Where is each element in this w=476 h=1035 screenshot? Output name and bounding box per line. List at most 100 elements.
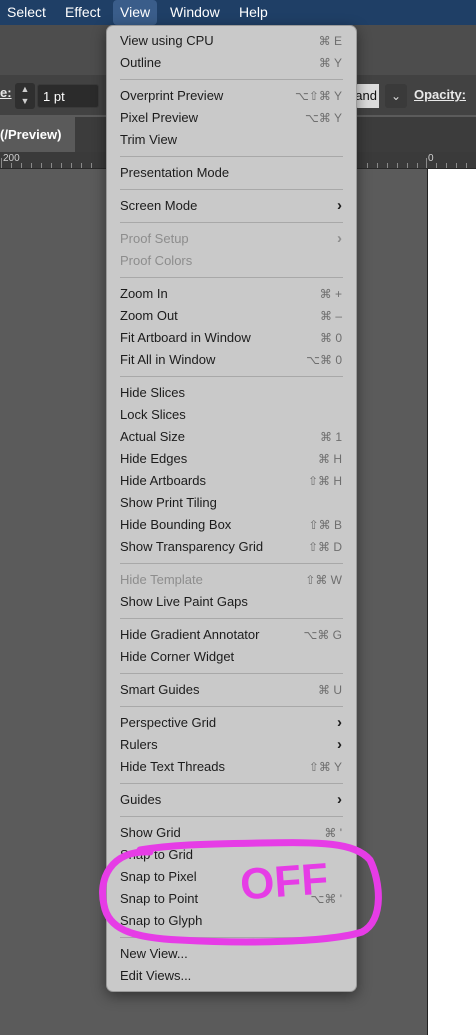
menu-item-show-grid[interactable]: Show Grid ⌘ ': [107, 822, 356, 844]
menu-item-label: Hide Gradient Annotator: [120, 627, 260, 642]
menu-item-zoom-out[interactable]: Zoom Out ⌘ –: [107, 305, 356, 327]
menu-item-label: Pixel Preview: [120, 110, 199, 125]
menu-help[interactable]: Help: [232, 0, 275, 25]
menu-item-shortcut: ⇧⌘ Y: [308, 760, 342, 774]
menu-item-label: Hide Slices: [120, 385, 186, 400]
view-menu-dropdown: View using CPU ⌘ E Outline ⌘ Y Overprint Pre…: [106, 25, 357, 992]
menu-item-actual-size[interactable]: Actual Size ⌘ 1: [107, 426, 356, 448]
stepper-arrows-icon[interactable]: ▲ ▼: [15, 83, 35, 109]
menu-item-show-print-tiling[interactable]: Show Print Tiling: [107, 492, 356, 514]
menu-item-label: Trim View: [120, 132, 178, 147]
menu-item-label: Snap to Grid: [120, 847, 193, 862]
menu-item-snap-to-pixel[interactable]: Snap to Pixel: [107, 866, 356, 888]
menu-item-presentation-mode[interactable]: Presentation Mode: [107, 162, 356, 184]
document-tab[interactable]: (/Preview): [0, 117, 75, 152]
menu-item-hide-template: Hide Template ⇧⌘ W: [107, 569, 356, 591]
menu-item-new-view[interactable]: New View...: [107, 943, 356, 965]
menu-item-label: Zoom Out: [120, 308, 178, 323]
menu-item-label: Proof Setup: [120, 231, 189, 246]
menu-item-shortcut: ⌘ E: [318, 34, 342, 48]
menu-item-hide-slices[interactable]: Hide Slices: [107, 382, 356, 404]
menu-item-label: Show Grid: [120, 825, 181, 840]
menu-item-edit-views[interactable]: Edit Views...: [107, 965, 356, 987]
menu-item-fit-artboard-in-window[interactable]: Fit Artboard in Window ⌘ 0: [107, 327, 356, 349]
menu-item-label: Snap to Pixel: [120, 869, 197, 884]
menu-item-label: Rulers: [120, 737, 158, 752]
menu-item-label: View using CPU: [120, 33, 214, 48]
menu-item-label: Hide Text Threads: [120, 759, 226, 774]
menu-item-proof-colors: Proof Colors: [107, 250, 356, 272]
menu-item-hide-text-threads[interactable]: Hide Text Threads ⇧⌘ Y: [107, 756, 356, 778]
menu-item-shortcut: ⌘ –: [319, 309, 342, 323]
menu-item-label: Presentation Mode: [120, 165, 230, 180]
menu-item-pixel-preview[interactable]: Pixel Preview ⌥⌘ Y: [107, 107, 356, 129]
menu-item-snap-to-glyph[interactable]: Snap to Glyph: [107, 910, 356, 932]
menu-item-view-using-cpu[interactable]: View using CPU ⌘ E: [107, 30, 356, 52]
menu-item-guides[interactable]: Guides ›: [107, 789, 356, 811]
menu-item-label: Guides: [120, 792, 162, 807]
menu-item-shortcut: ⇧⌘ W: [305, 573, 342, 587]
menu-item-zoom-in[interactable]: Zoom In ⌘ +: [107, 283, 356, 305]
menu-separator: [120, 277, 343, 278]
menu-item-shortcut: ⌥⌘ G: [303, 628, 343, 642]
menu-item-rulers[interactable]: Rulers ›: [107, 734, 356, 756]
menu-item-fit-all-in-window[interactable]: Fit All in Window ⌥⌘ 0: [107, 349, 356, 371]
menu-item-hide-gradient-annotator[interactable]: Hide Gradient Annotator ⌥⌘ G: [107, 624, 356, 646]
menu-item-shortcut: ⌘ H: [318, 452, 342, 466]
menu-item-perspective-grid[interactable]: Perspective Grid ›: [107, 712, 356, 734]
menu-item-show-transparency-grid[interactable]: Show Transparency Grid ⇧⌘ D: [107, 536, 356, 558]
chevron-down-icon[interactable]: ⌄: [385, 84, 407, 108]
menu-separator: [120, 706, 343, 707]
stroke-label[interactable]: e:: [0, 85, 12, 100]
menu-item-hide-corner-widget[interactable]: Hide Corner Widget: [107, 646, 356, 668]
chevron-right-icon: ›: [337, 230, 342, 247]
menu-window[interactable]: Window: [163, 0, 227, 25]
menu-separator: [120, 673, 343, 674]
blend-mode-field[interactable]: and: [355, 84, 379, 108]
menu-item-label: Hide Template: [120, 572, 203, 587]
menu-item-label: Hide Edges: [120, 451, 188, 466]
opacity-label[interactable]: Opacity:: [414, 87, 466, 102]
menu-separator: [120, 79, 343, 80]
menu-item-hide-bounding-box[interactable]: Hide Bounding Box ⇧⌘ B: [107, 514, 356, 536]
menu-item-snap-to-point[interactable]: Snap to Point ⌥⌘ ': [107, 888, 356, 910]
menu-item-label: Hide Artboards: [120, 473, 206, 488]
menu-effect[interactable]: Effect: [58, 0, 108, 25]
artboard[interactable]: [427, 169, 476, 1035]
menu-item-label: Proof Colors: [120, 253, 193, 268]
menu-item-label: Hide Corner Widget: [120, 649, 235, 664]
menu-item-hide-artboards[interactable]: Hide Artboards ⇧⌘ H: [107, 470, 356, 492]
menu-view[interactable]: View: [113, 0, 158, 25]
menu-separator: [120, 222, 343, 223]
menu-item-lock-slices[interactable]: Lock Slices: [107, 404, 356, 426]
menu-item-hide-edges[interactable]: Hide Edges ⌘ H: [107, 448, 356, 470]
menu-item-label: Lock Slices: [120, 407, 186, 422]
menu-item-label: New View...: [120, 946, 188, 961]
menu-item-label: Fit Artboard in Window: [120, 330, 251, 345]
menu-item-snap-to-grid[interactable]: Snap to Grid: [107, 844, 356, 866]
menubar: Select Effect View Window Help: [0, 0, 476, 25]
menu-item-overprint-preview[interactable]: Overprint Preview ⌥⇧⌘ Y: [107, 85, 356, 107]
menu-item-shortcut: ⌘ +: [319, 287, 342, 301]
menu-item-label: Overprint Preview: [120, 88, 224, 103]
menu-item-label: Show Print Tiling: [120, 495, 217, 510]
menu-item-shortcut: ⌥⌘ ': [310, 892, 342, 906]
menu-item-shortcut: ⌘ U: [318, 683, 342, 697]
menu-separator: [120, 563, 343, 564]
menu-item-smart-guides[interactable]: Smart Guides ⌘ U: [107, 679, 356, 701]
menu-item-label: Show Live Paint Gaps: [120, 594, 248, 609]
chevron-right-icon: ›: [337, 791, 342, 808]
menu-item-label: Snap to Glyph: [120, 913, 203, 928]
menu-item-show-live-paint-gaps[interactable]: Show Live Paint Gaps: [107, 591, 356, 613]
menu-item-trim-view[interactable]: Trim View: [107, 129, 356, 151]
menu-item-screen-mode[interactable]: Screen Mode ›: [107, 195, 356, 217]
menu-item-outline[interactable]: Outline ⌘ Y: [107, 52, 356, 74]
stroke-weight-field[interactable]: 1 pt: [37, 84, 99, 108]
menu-item-shortcut: ⇧⌘ H: [307, 474, 342, 488]
menu-item-label: Outline: [120, 55, 162, 70]
menu-separator: [120, 156, 343, 157]
menu-item-label: Smart Guides: [120, 682, 200, 697]
menu-select[interactable]: Select: [0, 0, 53, 25]
menu-item-shortcut: ⌘ 1: [319, 430, 342, 444]
menu-item-shortcut: ⇧⌘ D: [307, 540, 342, 554]
